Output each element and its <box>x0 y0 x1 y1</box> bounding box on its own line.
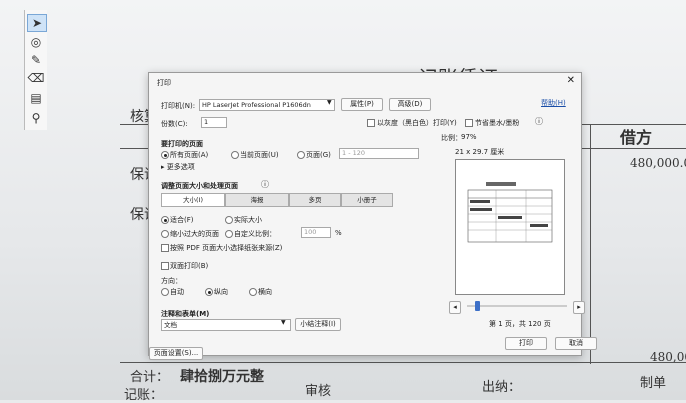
footer-bookkeeper: 记账： <box>124 388 164 403</box>
help-link[interactable]: 帮助(H) <box>541 98 566 108</box>
print-dialog: 打印 ✕ 打印机(N): HP LaserJet Professional P1… <box>148 72 597 360</box>
grayscale-checkbox[interactable] <box>367 119 375 127</box>
scale-value: 97% <box>461 133 477 141</box>
comments-chevron-down-icon[interactable]: ▼ <box>281 319 286 326</box>
dialog-title: 打印 <box>157 79 171 87</box>
percent-sign: % <box>335 229 342 237</box>
range-radio[interactable] <box>297 151 305 159</box>
properties-button[interactable]: 属性(P) <box>341 98 383 111</box>
orient-portrait-radio[interactable] <box>205 288 213 296</box>
comments-select[interactable]: 文档 <box>161 319 291 331</box>
actual-size-radio[interactable] <box>225 216 233 224</box>
paper-source-label: 按照 PDF 页面大小选择纸张来源(Z) <box>170 244 283 252</box>
advanced-button[interactable]: 高级(D) <box>389 98 431 111</box>
footer-cashier: 出纳： <box>482 380 522 395</box>
orient-auto-label: 自动 <box>170 288 184 296</box>
grayscale-label: 以灰度（黑白色）打印(Y) <box>377 119 457 127</box>
range-input[interactable]: 1 - 120 <box>339 148 419 159</box>
current-page-radio[interactable] <box>231 151 239 159</box>
paper-size: 21 x 29.7 厘米 <box>455 148 505 156</box>
pointer-icon[interactable]: ➤ <box>27 14 47 32</box>
all-pages-label: 所有页面(A) <box>170 151 209 159</box>
range-label: 页面(G) <box>306 151 331 159</box>
tab-size[interactable]: 大小(I) <box>161 193 225 207</box>
actual-size-label: 实际大小 <box>234 216 262 224</box>
duplex-label: 双面打印(B) <box>170 262 209 270</box>
print-preview <box>455 159 565 295</box>
copies-label: 份数(C): <box>161 120 188 128</box>
custom-scale-label: 自定义比例： <box>234 230 276 238</box>
chevron-down-icon[interactable]: ▼ <box>327 99 332 106</box>
prev-page-button[interactable]: ◂ <box>449 301 461 314</box>
amount-1: 480,000.00 <box>630 156 686 170</box>
print-button[interactable]: 打印 <box>505 337 547 350</box>
save-ink-checkbox[interactable] <box>465 119 473 127</box>
printer-select[interactable]: HP LaserJet Professional P1606dn <box>199 99 335 111</box>
left-toolbar: ➤ ◎ ✎ ⌫ ▤ ⚲ <box>24 10 47 130</box>
page-status: 第 1 页，共 120 页 <box>489 320 551 328</box>
custom-scale-radio[interactable] <box>225 230 233 238</box>
page-slider[interactable] <box>467 305 567 307</box>
next-page-button[interactable]: ▸ <box>573 301 585 314</box>
tab-poster[interactable]: 海报 <box>225 193 289 207</box>
current-page-label: 当前页面(U) <box>240 151 279 159</box>
eraser-icon[interactable]: ⌫ <box>27 70 45 86</box>
comment-icon[interactable]: ◎ <box>27 34 45 50</box>
orientation-label: 方向： <box>161 277 182 285</box>
more-options-label: 更多选项 <box>166 163 195 171</box>
all-pages-radio[interactable] <box>161 151 169 159</box>
footer-maker: 制单 <box>640 376 667 391</box>
footer-review: 审核 <box>305 384 332 399</box>
summarize-comments-button[interactable]: 小结注释(I) <box>295 318 341 331</box>
orient-landscape-label: 横向 <box>258 288 272 296</box>
copies-input[interactable]: 1 <box>201 117 227 128</box>
close-icon[interactable]: ✕ <box>567 75 575 86</box>
sizing-section-heading: 调整页面大小和处理页面 <box>161 182 238 190</box>
stamp-icon[interactable]: ⚲ <box>27 110 45 126</box>
orient-landscape-radio[interactable] <box>249 288 257 296</box>
printer-label: 打印机(N): <box>161 102 196 110</box>
pages-section-heading: 要打印的页面 <box>161 140 203 148</box>
save-ink-label: 节省墨水/墨粉 <box>475 119 520 127</box>
tab-multiple[interactable]: 多页 <box>289 193 341 207</box>
footer-amount-words: 肆拾捌万元整 <box>180 369 264 385</box>
table-line-bottom <box>120 362 686 363</box>
footer-total: 合计： <box>130 370 170 385</box>
cancel-button[interactable]: 取消 <box>555 337 597 350</box>
page-slider-thumb[interactable] <box>475 301 480 311</box>
shrink-label: 缩小过大的页面 <box>170 230 219 238</box>
orient-auto-radio[interactable] <box>161 288 169 296</box>
text-box-icon[interactable]: ▤ <box>27 90 45 106</box>
fit-radio[interactable] <box>161 216 169 224</box>
more-options-toggle[interactable]: ▸ 更多选项 <box>161 162 195 172</box>
info-icon[interactable]: ⓘ <box>535 116 543 127</box>
preview-page-thumbnail <box>467 182 553 243</box>
shrink-radio[interactable] <box>161 230 169 238</box>
tab-booklet[interactable]: 小册子 <box>341 193 393 207</box>
right-header: 借方 <box>620 128 653 147</box>
custom-scale-input[interactable]: 100 <box>301 227 331 238</box>
pen-icon[interactable]: ✎ <box>27 52 45 68</box>
right-column-line <box>590 124 591 364</box>
paper-source-checkbox[interactable] <box>161 244 169 252</box>
duplex-checkbox[interactable] <box>161 262 169 270</box>
orient-portrait-label: 纵向 <box>214 288 228 296</box>
page-setup-button[interactable]: 页面设置(S)... <box>149 347 203 360</box>
fit-label: 适合(F) <box>170 216 194 224</box>
comments-section-heading: 注释和表单(M) <box>161 310 210 318</box>
scale-label: 比例： <box>441 134 462 142</box>
sizing-info-icon[interactable]: ⓘ <box>261 179 269 190</box>
